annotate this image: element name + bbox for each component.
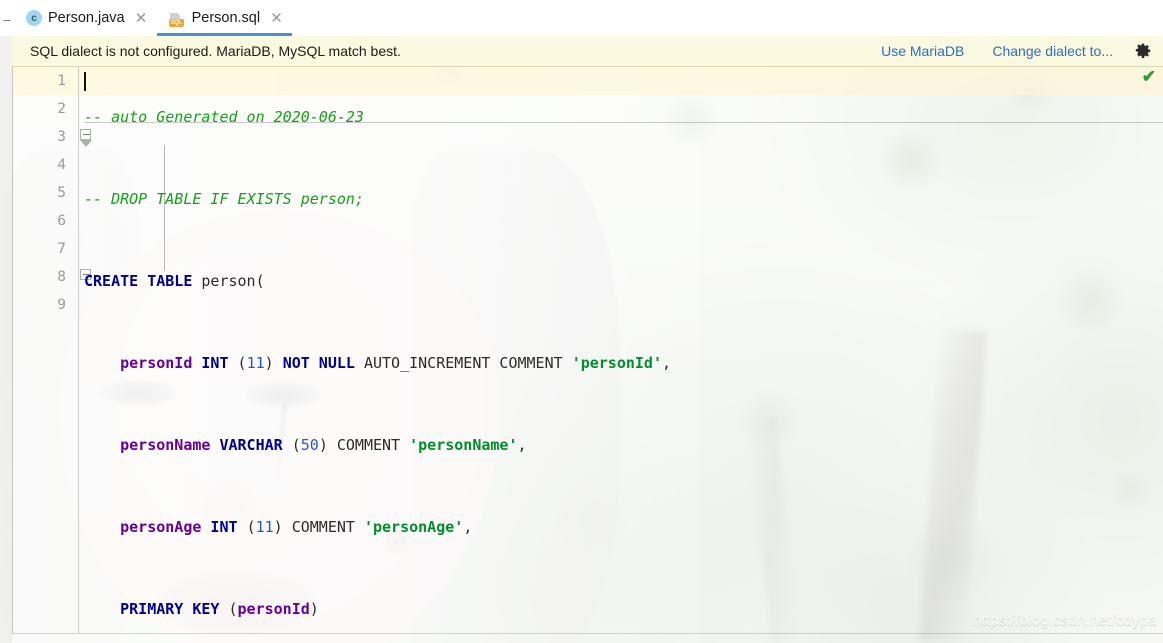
code-line-7: PRIMARY KEY (personId) xyxy=(84,595,671,623)
sql-dialect-notification-banner: SQL dialect is not configured. MariaDB, … xyxy=(12,36,1163,67)
code-token-plain: ( xyxy=(246,518,256,536)
code-token-plain: ) COMMENT xyxy=(318,436,410,454)
code-token-keyword: NOT xyxy=(282,354,310,372)
line-number: 9 xyxy=(57,297,66,313)
code-token-plain: AUTO_INCREMENT COMMENT xyxy=(354,354,572,372)
line-number: 2 xyxy=(57,101,66,117)
sql-file-icon-badge: SQL xyxy=(168,18,184,27)
code-token-plain: ) COMMENT xyxy=(273,518,364,536)
code-token-identifier: personName xyxy=(120,436,211,454)
sql-code-editor[interactable]: 1 2 3 4 5 6 7 8 9 -- auto Generated on 2… xyxy=(0,67,1163,643)
code-token-plain: ( xyxy=(291,436,301,454)
code-token-indent xyxy=(84,600,120,618)
code-token-keyword: VARCHAR xyxy=(210,436,292,454)
code-token-string: 'personId' xyxy=(571,354,662,372)
sql-file-icon: SQL xyxy=(168,9,186,27)
code-line-6: personAge INT (11) COMMENT 'personAge', xyxy=(84,513,671,541)
code-token-number: 11 xyxy=(246,354,265,372)
code-token-keyword: NULL xyxy=(309,354,355,372)
code-token-plain: , xyxy=(463,518,473,536)
code-line-5: personName VARCHAR (50) COMMENT 'personN… xyxy=(84,431,671,459)
ide-editor-window: – c Person.java ✕ SQL Person.sql ✕ SQL d… xyxy=(0,0,1163,643)
code-token-identifier: personId xyxy=(237,600,310,618)
code-token-keyword: CREATE xyxy=(84,272,139,290)
text-caret xyxy=(84,72,86,91)
tab-label-person-sql: Person.sql xyxy=(191,10,261,26)
code-token-plain: ) xyxy=(264,354,283,372)
code-token-plain: , xyxy=(662,354,672,372)
code-token-keyword: INT xyxy=(192,354,238,372)
tab-person-sql[interactable]: SQL Person.sql ✕ xyxy=(156,0,293,36)
code-token-number: 50 xyxy=(300,436,319,454)
code-content[interactable]: -- auto Generated on 2020-06-23 -- DROP … xyxy=(84,67,671,643)
code-line-1: -- auto Generated on 2020-06-23 xyxy=(84,103,671,131)
line-number: 6 xyxy=(57,213,66,229)
code-token-plain: , xyxy=(517,436,527,454)
code-token-comment: -- DROP TABLE IF EXISTS person; xyxy=(84,190,364,208)
code-line-4: personId INT (11) NOT NULL AUTO_INCREMEN… xyxy=(84,349,671,377)
watermark-text: https://blog.csdn.net/cdypa xyxy=(973,612,1157,629)
code-token-comment: -- auto Generated on 2020-06-23 xyxy=(84,108,364,126)
code-token-keyword: PRIMARY xyxy=(120,600,184,618)
tab-person-java[interactable]: c Person.java ✕ xyxy=(14,0,157,36)
code-token-number: 11 xyxy=(255,518,274,536)
gutter-separator xyxy=(78,67,79,633)
code-line-2: -- DROP TABLE IF EXISTS person; xyxy=(84,185,671,213)
line-number: 4 xyxy=(57,157,66,173)
code-token-string: 'personAge' xyxy=(363,518,464,536)
line-number: 7 xyxy=(57,241,66,257)
code-token-plain: ( xyxy=(237,354,247,372)
use-mariadb-link[interactable]: Use MariaDB xyxy=(881,43,964,59)
line-number-gutter: 1 2 3 4 5 6 7 8 9 xyxy=(13,67,78,319)
code-token-keyword: TABLE xyxy=(147,272,193,290)
code-token-identifier: personId xyxy=(120,354,193,372)
code-token-keyword: INT xyxy=(201,518,247,536)
line-number: 8 xyxy=(57,269,66,285)
code-token-keyword: KEY xyxy=(183,600,220,618)
inspection-status-ok-icon[interactable]: ✔ xyxy=(1142,68,1156,85)
code-token-plain: person( xyxy=(192,272,265,290)
code-token-plain: ) xyxy=(309,600,319,618)
tab-pin-icon[interactable]: – xyxy=(0,0,14,36)
banner-message: SQL dialect is not configured. MariaDB, … xyxy=(30,43,401,59)
line-number: 3 xyxy=(57,129,66,145)
code-token-identifier: personAge xyxy=(120,518,202,536)
code-line-3: CREATE TABLE person( xyxy=(84,267,671,295)
code-token-plain: ( xyxy=(219,600,238,618)
java-class-icon: c xyxy=(26,10,42,26)
code-token-indent xyxy=(84,518,120,536)
gear-icon[interactable] xyxy=(1135,43,1151,59)
line-number: 1 xyxy=(57,73,66,89)
code-token-indent xyxy=(84,354,120,372)
close-icon[interactable]: ✕ xyxy=(135,11,148,26)
code-token-indent xyxy=(84,436,120,454)
line-number: 5 xyxy=(57,185,66,201)
tab-label-person-java: Person.java xyxy=(48,10,125,26)
close-icon[interactable]: ✕ xyxy=(270,11,283,26)
change-dialect-link[interactable]: Change dialect to... xyxy=(992,43,1113,59)
comment-block-underline xyxy=(84,122,1163,123)
code-token-string: 'personName' xyxy=(409,436,518,454)
editor-tab-bar: – c Person.java ✕ SQL Person.sql ✕ xyxy=(0,0,1163,36)
